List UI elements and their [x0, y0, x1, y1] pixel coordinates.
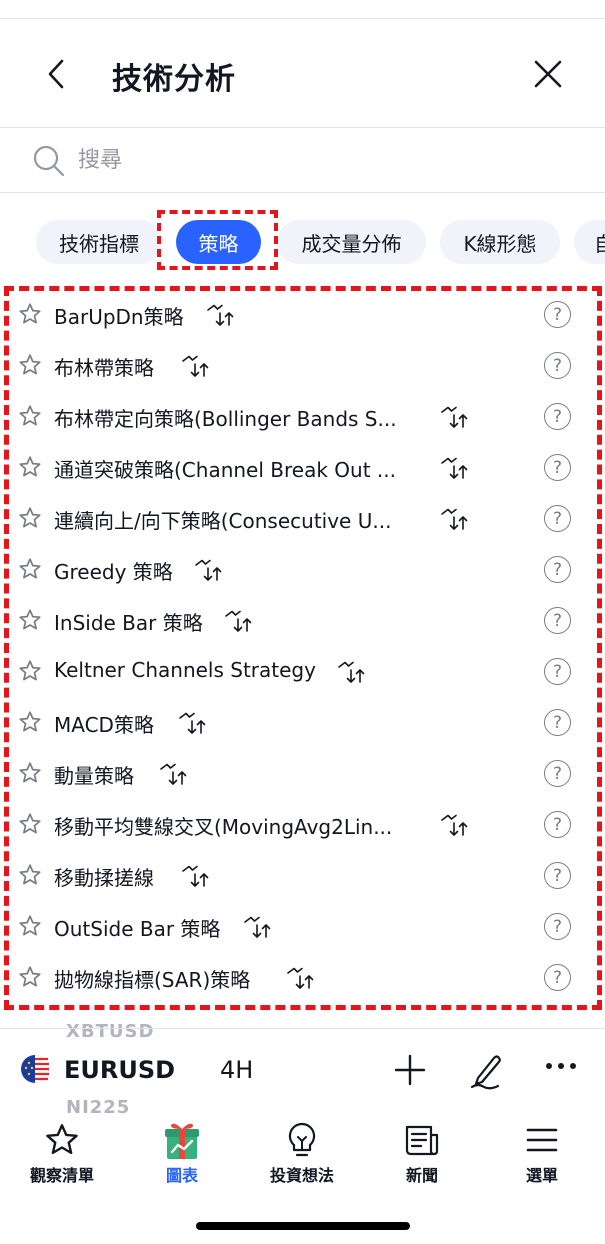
chip-highlight-box: [157, 210, 278, 270]
sheet-divider: [0, 1028, 605, 1029]
hamburger-menu-icon: [526, 1128, 558, 1152]
search-input[interactable]: [78, 138, 558, 182]
tab-news[interactable]: 新聞: [362, 1110, 482, 1190]
bottom-tab-bar: 觀察清單 圖表 投資想法 新聞 選單: [0, 1110, 605, 1190]
home-indicator: [196, 1222, 410, 1230]
lightbulb-icon: [288, 1122, 316, 1157]
category-chips: 技術指標 策略 成交量分佈 K線形態 自: [0, 214, 605, 270]
symbol-name[interactable]: EURUSD: [64, 1056, 175, 1084]
tab-label: 選單: [525, 1166, 558, 1185]
close-icon: [534, 60, 562, 88]
tab-label: 投資想法: [269, 1166, 334, 1185]
page-title: 技術分析: [112, 62, 236, 97]
symbol-toolbar: EURUSD 4H: [0, 1042, 605, 1100]
plus-icon[interactable]: [394, 1054, 426, 1086]
search-icon: [33, 145, 65, 177]
eur-usd-flag-icon[interactable]: [20, 1054, 50, 1084]
tab-label: 觀察清單: [29, 1166, 94, 1185]
chip-custom[interactable]: 自: [574, 220, 605, 264]
star-icon: [46, 1124, 78, 1155]
back-button[interactable]: [36, 52, 76, 96]
chip-volume-profile[interactable]: 成交量分佈: [277, 220, 426, 264]
chevron-left-icon: [48, 59, 64, 89]
tab-menu[interactable]: 選單: [482, 1110, 602, 1190]
dialog-header: 技術分析: [0, 30, 605, 120]
search-bar: [0, 128, 605, 192]
chip-candlestick-patterns[interactable]: K線形態: [440, 220, 560, 264]
tab-ideas[interactable]: 投資想法: [242, 1110, 362, 1190]
tab-chart[interactable]: 圖表: [122, 1110, 242, 1190]
search-divider: [0, 192, 605, 193]
more-icon[interactable]: [545, 1060, 577, 1072]
tab-label: 圖表: [165, 1166, 198, 1185]
tab-label: 新聞: [405, 1166, 438, 1185]
top-divider: [0, 18, 605, 19]
interval-selector[interactable]: 4H: [220, 1056, 253, 1084]
list-highlight-box: [4, 286, 602, 1010]
chip-indicators[interactable]: 技術指標: [36, 220, 162, 264]
close-button[interactable]: [526, 52, 570, 96]
underlay-symbol-top: XBTUSD: [66, 1021, 155, 1042]
tab-watchlist[interactable]: 觀察清單: [2, 1110, 122, 1190]
gift-chart-icon: [165, 1123, 199, 1159]
pen-draw-icon[interactable]: [468, 1052, 504, 1090]
news-icon: [405, 1125, 439, 1156]
